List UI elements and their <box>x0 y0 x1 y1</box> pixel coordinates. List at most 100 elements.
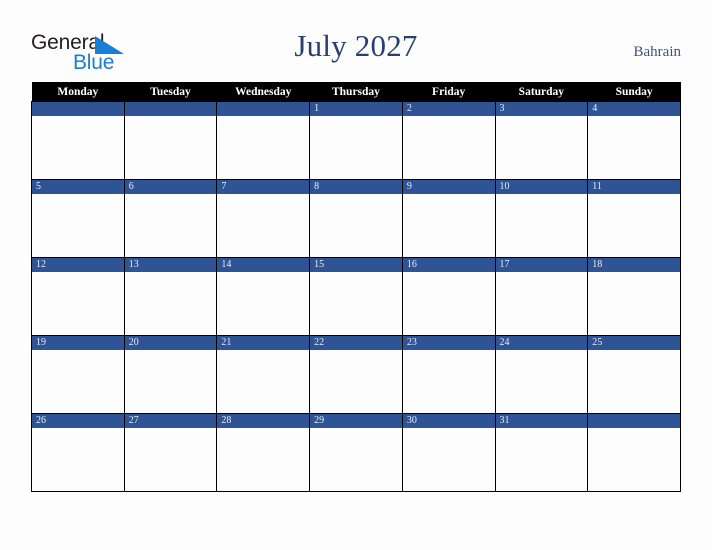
calendar-day-cell[interactable]: 2 <box>401 101 496 180</box>
calendar-week-row: 5 6 7 8 9 10 11 <box>31 179 681 258</box>
day-events-area[interactable] <box>310 194 402 257</box>
day-events-area[interactable] <box>310 116 402 179</box>
day-number: 16 <box>402 258 495 272</box>
day-events-area[interactable] <box>495 272 588 335</box>
day-events-area[interactable] <box>310 272 402 335</box>
day-number: 22 <box>310 336 402 350</box>
calendar-day-cell[interactable]: 13 <box>123 257 218 336</box>
calendar-day-cell[interactable]: 19 <box>31 335 125 414</box>
calendar-day-cell[interactable]: 27 <box>123 413 218 492</box>
calendar-day-cell[interactable]: 21 <box>216 335 311 414</box>
calendar-day-cell[interactable]: 8 <box>309 179 403 258</box>
calendar-day-cell[interactable]: 11 <box>587 179 681 258</box>
day-events-area[interactable] <box>124 428 217 491</box>
day-number: 14 <box>217 258 310 272</box>
day-events-area[interactable] <box>588 428 680 491</box>
day-number: 27 <box>124 414 217 428</box>
calendar-day-cell[interactable]: 7 <box>216 179 311 258</box>
day-events-area[interactable] <box>124 194 217 257</box>
calendar-day-cell[interactable]: 10 <box>494 179 589 258</box>
calendar-week-row: 19 20 21 22 23 24 25 <box>31 335 681 414</box>
day-number: 15 <box>310 258 402 272</box>
calendar-day-cell[interactable]: 31 <box>494 413 589 492</box>
calendar-header-row: Monday Tuesday Wednesday Thursday Friday… <box>31 82 681 102</box>
day-events-area[interactable] <box>495 194 588 257</box>
calendar-day-cell[interactable]: 28 <box>216 413 311 492</box>
day-events-area[interactable] <box>588 350 680 413</box>
day-events-area[interactable] <box>310 428 402 491</box>
calendar-day-cell[interactable]: 18 <box>587 257 681 336</box>
day-number: 1 <box>310 102 402 116</box>
calendar-day-cell[interactable]: 26 <box>31 413 125 492</box>
calendar-day-cell[interactable]: 22 <box>309 335 403 414</box>
day-events-area[interactable] <box>217 428 310 491</box>
day-number: 2 <box>402 102 495 116</box>
day-number: 29 <box>310 414 402 428</box>
day-events-area[interactable] <box>495 116 588 179</box>
day-number: 20 <box>124 336 217 350</box>
calendar-day-cell[interactable]: 4 <box>587 101 681 180</box>
day-events-area[interactable] <box>124 116 217 179</box>
day-events-area[interactable] <box>310 350 402 413</box>
day-events-area[interactable] <box>588 116 680 179</box>
day-number: 8 <box>310 180 402 194</box>
day-number <box>32 102 124 116</box>
calendar-day-cell[interactable] <box>31 101 125 180</box>
day-events-area[interactable] <box>402 194 495 257</box>
day-events-area[interactable] <box>402 116 495 179</box>
day-events-area[interactable] <box>32 116 124 179</box>
day-events-area[interactable] <box>402 350 495 413</box>
day-number <box>217 102 310 116</box>
page-header: General Blue July 2027 Bahrain <box>0 0 712 82</box>
day-events-area[interactable] <box>217 272 310 335</box>
calendar-day-cell[interactable]: 3 <box>494 101 589 180</box>
day-number: 31 <box>495 414 588 428</box>
day-events-area[interactable] <box>495 428 588 491</box>
day-number <box>588 414 680 428</box>
day-events-area[interactable] <box>32 194 124 257</box>
calendar-day-cell[interactable] <box>216 101 311 180</box>
calendar-day-cell[interactable] <box>587 413 681 492</box>
calendar-day-cell[interactable]: 6 <box>123 179 218 258</box>
day-number: 3 <box>495 102 588 116</box>
calendar-day-cell[interactable]: 23 <box>401 335 496 414</box>
calendar-day-cell[interactable]: 9 <box>401 179 496 258</box>
calendar-day-cell[interactable] <box>123 101 218 180</box>
calendar-body: 1 2 3 4 5 6 7 8 9 10 11 12 13 14 15 16 1… <box>31 101 681 492</box>
day-events-area[interactable] <box>402 272 495 335</box>
day-events-area[interactable] <box>588 194 680 257</box>
day-number: 21 <box>217 336 310 350</box>
calendar-day-cell[interactable]: 25 <box>587 335 681 414</box>
calendar-day-cell[interactable]: 30 <box>401 413 496 492</box>
day-events-area[interactable] <box>217 116 310 179</box>
calendar-day-cell[interactable]: 1 <box>309 101 403 180</box>
calendar-day-cell[interactable]: 24 <box>494 335 589 414</box>
day-events-area[interactable] <box>124 350 217 413</box>
day-number: 6 <box>124 180 217 194</box>
day-number: 10 <box>495 180 588 194</box>
day-events-area[interactable] <box>495 350 588 413</box>
day-events-area[interactable] <box>217 194 310 257</box>
day-events-area[interactable] <box>32 272 124 335</box>
calendar-day-cell[interactable]: 14 <box>216 257 311 336</box>
day-number: 19 <box>32 336 124 350</box>
calendar-day-cell[interactable]: 16 <box>401 257 496 336</box>
day-events-area[interactable] <box>124 272 217 335</box>
calendar-day-cell[interactable]: 17 <box>494 257 589 336</box>
day-number: 26 <box>32 414 124 428</box>
day-number <box>124 102 217 116</box>
day-number: 28 <box>217 414 310 428</box>
day-events-area[interactable] <box>217 350 310 413</box>
calendar-day-cell[interactable]: 20 <box>123 335 218 414</box>
weekday-header-tuesday: Tuesday <box>124 82 217 102</box>
calendar-week-row: 26 27 28 29 30 31 <box>31 413 681 492</box>
day-events-area[interactable] <box>402 428 495 491</box>
calendar-day-cell[interactable]: 12 <box>31 257 125 336</box>
calendar-day-cell[interactable]: 15 <box>309 257 403 336</box>
day-events-area[interactable] <box>588 272 680 335</box>
calendar-grid: Monday Tuesday Wednesday Thursday Friday… <box>31 82 681 492</box>
calendar-day-cell[interactable]: 29 <box>309 413 403 492</box>
day-events-area[interactable] <box>32 350 124 413</box>
calendar-day-cell[interactable]: 5 <box>31 179 125 258</box>
day-events-area[interactable] <box>32 428 124 491</box>
